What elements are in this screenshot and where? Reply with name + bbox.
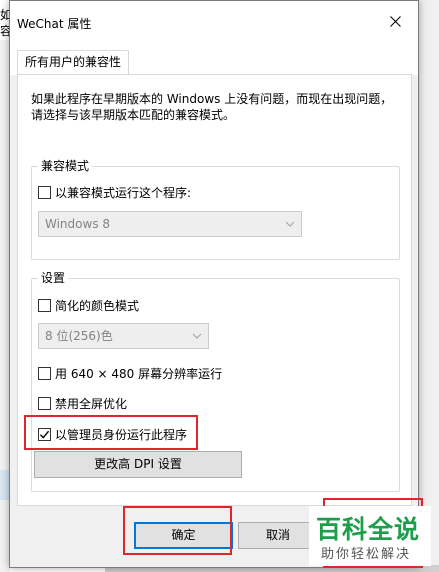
- disable-fullscreen-row[interactable]: 禁用全屏优化: [38, 395, 127, 412]
- close-button[interactable]: [372, 1, 418, 41]
- compat-mode-checkbox[interactable]: [38, 186, 51, 199]
- compat-mode-group-label: 兼容模式: [38, 158, 93, 174]
- reduced-color-row[interactable]: 简化的颜色模式: [38, 297, 139, 314]
- watermark-subtitle: 助你轻松解决: [321, 547, 412, 562]
- chevron-down-icon: [192, 333, 202, 339]
- title-bar[interactable]: WeChat 属性: [10, 1, 418, 41]
- res-640-row[interactable]: 用 640 × 480 屏幕分辨率运行: [38, 365, 222, 382]
- highlight-run-as-admin: [24, 415, 198, 450]
- disable-fullscreen-label: 禁用全屏优化: [55, 397, 128, 411]
- tab-strip: 所有用户的兼容性: [10, 41, 418, 75]
- cancel-button[interactable]: 取消: [238, 522, 318, 549]
- watermark-title: 百科全说: [316, 515, 421, 544]
- highlight-ok-button: [123, 506, 232, 555]
- settings-group: 设置 简化的颜色模式 8 位(256)色 用 640 × 480 屏幕分辨率运行…: [31, 270, 400, 492]
- compat-mode-checkbox-label: 以兼容模式运行这个程序:: [55, 186, 192, 200]
- disable-fullscreen-checkbox[interactable]: [38, 397, 51, 410]
- color-depth-select[interactable]: 8 位(256)色: [38, 323, 209, 349]
- reduced-color-checkbox[interactable]: [38, 299, 51, 312]
- compat-os-select-value: Windows 8: [45, 217, 111, 231]
- intro-text: 如果此程序在早期版本的 Windows 上没有问题，而现在出现问题，请选择与该早…: [31, 92, 393, 122]
- reduced-color-label: 简化的颜色模式: [55, 299, 140, 313]
- color-depth-select-value: 8 位(256)色: [45, 329, 113, 343]
- change-dpi-button[interactable]: 更改高 DPI 设置: [34, 451, 242, 478]
- compat-mode-checkbox-row[interactable]: 以兼容模式运行这个程序:: [38, 184, 191, 201]
- chevron-down-icon: [285, 221, 295, 227]
- tab-all-users-compat[interactable]: 所有用户的兼容性: [17, 50, 130, 75]
- properties-dialog: WeChat 属性 所有用户的兼容性 如果此程序在早期版本的 Windows 上…: [9, 0, 419, 568]
- res-640-checkbox[interactable]: [38, 367, 51, 380]
- watermark-logo: 百科全说 助你轻松解决: [309, 506, 431, 566]
- res-640-label: 用 640 × 480 屏幕分辨率运行: [55, 367, 223, 381]
- bg-scrollbar[interactable]: [418, 0, 439, 572]
- compat-os-select[interactable]: Windows 8: [38, 211, 302, 237]
- settings-group-label: 设置: [38, 270, 69, 286]
- close-icon: [389, 15, 401, 27]
- compat-mode-group: 兼容模式 以兼容模式运行这个程序: Windows 8: [31, 158, 400, 260]
- dialog-title: WeChat 属性: [17, 17, 92, 31]
